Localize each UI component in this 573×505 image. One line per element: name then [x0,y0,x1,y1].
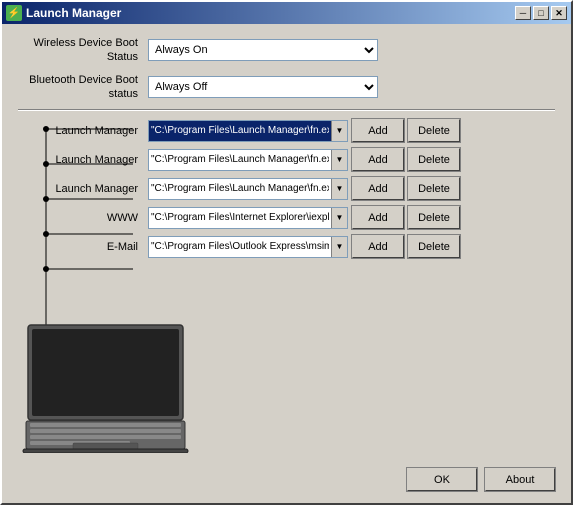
launch-label-3: WWW [107,212,138,224]
launch-row-3: WWW ▼ Add Delete [18,206,555,229]
path-combo-3[interactable]: ▼ [148,207,348,229]
launch-row-4: E-Mail ▼ Add Delete [18,235,555,258]
launch-label-area-4: E-Mail [18,241,148,253]
app-icon: ⚡ [6,5,22,21]
path-dropdown-3[interactable]: ▼ [331,208,347,228]
wireless-label: Wireless Device Boot Status [18,36,148,65]
row-btns-4: Add Delete [352,235,460,258]
launch-section: Launch Manager ▼ Add Delete Launch Manag… [18,119,555,258]
separator [18,109,555,111]
add-button-0[interactable]: Add [352,119,404,142]
path-dropdown-1[interactable]: ▼ [331,150,347,170]
wireless-select[interactable]: Always On Always Off Last Status [148,39,378,61]
launch-label-4: E-Mail [107,241,138,253]
path-combo-0[interactable]: ▼ [148,120,348,142]
path-input-0[interactable] [149,121,331,141]
title-bar: ⚡ Launch Manager ─ □ ✕ [2,2,571,24]
maximize-button[interactable]: □ [533,6,549,20]
launch-row-2: Launch Manager ▼ Add Delete [18,177,555,200]
launch-row-0: Launch Manager ▼ Add Delete [18,119,555,142]
wireless-row: Wireless Device Boot Status Always On Al… [18,36,555,65]
launch-label-2: Launch Manager [55,183,138,195]
add-button-2[interactable]: Add [352,177,404,200]
bluetooth-select[interactable]: Always On Always Off Last Status [148,76,378,98]
about-button[interactable]: About [485,468,555,491]
launch-label-1: Launch Manager [55,154,138,166]
wireless-control: Always On Always Off Last Status [148,39,555,61]
launch-label-0: Launch Manager [55,125,138,137]
delete-button-3[interactable]: Delete [408,206,460,229]
content-area: Wireless Device Boot Status Always On Al… [2,24,571,276]
bluetooth-control: Always On Always Off Last Status [148,76,555,98]
main-window: ⚡ Launch Manager ─ □ ✕ Wireless Device B… [0,0,573,505]
path-input-4[interactable] [149,237,331,257]
launch-label-area-0: Launch Manager [18,125,148,137]
path-input-3[interactable] [149,208,331,228]
path-input-1[interactable] [149,150,331,170]
path-dropdown-4[interactable]: ▼ [331,237,347,257]
launch-row-1: Launch Manager ▼ Add Delete [18,148,555,171]
bluetooth-row: Bluetooth Device Boot status Always On A… [18,73,555,102]
path-combo-4[interactable]: ▼ [148,236,348,258]
minimize-button[interactable]: ─ [515,6,531,20]
title-bar-left: ⚡ Launch Manager [6,5,121,21]
row-btns-2: Add Delete [352,177,460,200]
add-button-3[interactable]: Add [352,206,404,229]
path-dropdown-0[interactable]: ▼ [331,121,347,141]
close-button[interactable]: ✕ [551,6,567,20]
bottom-bar: OK About [407,468,555,491]
delete-button-0[interactable]: Delete [408,119,460,142]
launch-label-area-2: Launch Manager [18,183,148,195]
bluetooth-label: Bluetooth Device Boot status [18,73,148,102]
add-button-1[interactable]: Add [352,148,404,171]
delete-button-4[interactable]: Delete [408,235,460,258]
title-controls: ─ □ ✕ [515,6,567,20]
ok-button[interactable]: OK [407,468,477,491]
path-combo-1[interactable]: ▼ [148,149,348,171]
row-btns-1: Add Delete [352,148,460,171]
launch-label-area-1: Launch Manager [18,154,148,166]
laptop-image [18,323,193,453]
laptop-svg [18,323,193,453]
delete-button-2[interactable]: Delete [408,177,460,200]
add-button-4[interactable]: Add [352,235,404,258]
launch-label-area-3: WWW [18,212,148,224]
row-btns-3: Add Delete [352,206,460,229]
path-combo-2[interactable]: ▼ [148,178,348,200]
path-input-2[interactable] [149,179,331,199]
delete-button-1[interactable]: Delete [408,148,460,171]
row-btns-0: Add Delete [352,119,460,142]
window-title: Launch Manager [26,6,121,20]
path-dropdown-2[interactable]: ▼ [331,179,347,199]
